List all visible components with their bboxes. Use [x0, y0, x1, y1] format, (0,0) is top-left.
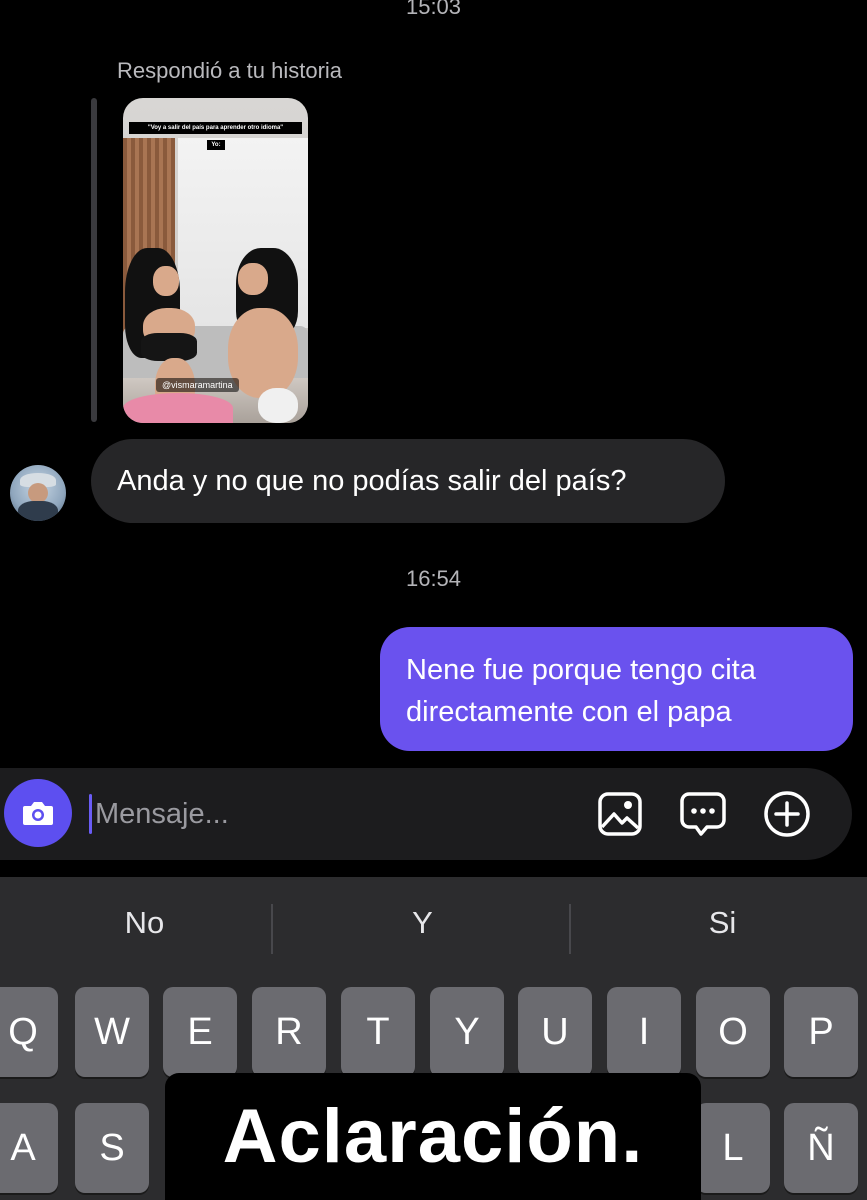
- outgoing-message-text: Nene fue porque tengo cita directamente …: [406, 654, 756, 728]
- story-caption: "Voy a salir del país para aprender otro…: [129, 122, 302, 134]
- suggestion-1[interactable]: No: [0, 905, 289, 941]
- camera-icon: [23, 802, 53, 825]
- key-w[interactable]: W: [75, 987, 149, 1077]
- suggestion-2[interactable]: Y: [278, 905, 567, 941]
- key-a[interactable]: A: [0, 1103, 58, 1193]
- story-reply-label: Respondió a tu historia: [117, 58, 343, 83]
- key-n-tilde[interactable]: Ñ: [784, 1103, 858, 1193]
- sticker-icon: [680, 792, 726, 836]
- suggestion-divider: [271, 904, 273, 954]
- reply-indicator-bar: [91, 98, 97, 422]
- timestamp-top: 15:03: [405, 0, 462, 19]
- caption-overlay: Aclaración.: [165, 1073, 701, 1200]
- plus-circle-icon: [764, 791, 810, 837]
- key-l[interactable]: L: [696, 1103, 770, 1193]
- chat-screen: 15:03 Respondió a tu historia "Voy a sal…: [0, 0, 867, 1200]
- gallery-icon: [598, 792, 642, 836]
- key-s[interactable]: S: [75, 1103, 149, 1193]
- suggestion-divider: [569, 904, 571, 954]
- sticker-button[interactable]: [679, 790, 727, 838]
- timestamp-mid: 16:54: [405, 566, 462, 591]
- story-thumbnail[interactable]: "Voy a salir del país para aprender otro…: [123, 98, 308, 423]
- key-i[interactable]: I: [607, 987, 681, 1077]
- outgoing-message-bubble[interactable]: Nene fue porque tengo cita directamente …: [380, 627, 853, 751]
- add-button[interactable]: [763, 790, 811, 838]
- gallery-button[interactable]: [596, 790, 644, 838]
- suggestion-bar: No Y Si: [0, 877, 867, 981]
- key-e[interactable]: E: [163, 987, 237, 1077]
- incoming-message-text: Anda y no que no podías salir del país?: [117, 464, 627, 497]
- message-composer: [0, 768, 852, 860]
- key-p[interactable]: P: [784, 987, 858, 1077]
- suggestion-3[interactable]: Si: [578, 905, 867, 941]
- story-caption-tag: Yo:: [207, 140, 225, 150]
- story-handle: @vismaramartina: [156, 378, 239, 392]
- story-pink-cloth: [123, 393, 233, 423]
- message-input[interactable]: [95, 792, 565, 836]
- key-r[interactable]: R: [252, 987, 326, 1077]
- camera-button[interactable]: [4, 779, 72, 847]
- key-y[interactable]: Y: [430, 987, 504, 1077]
- key-q[interactable]: Q: [0, 987, 58, 1077]
- avatar[interactable]: [10, 465, 66, 521]
- incoming-message-bubble[interactable]: Anda y no que no podías salir del país?: [91, 439, 725, 523]
- story-person-right: [218, 248, 303, 423]
- key-u[interactable]: U: [518, 987, 592, 1077]
- text-cursor: [89, 794, 92, 834]
- key-t[interactable]: T: [341, 987, 415, 1077]
- key-o[interactable]: O: [696, 987, 770, 1077]
